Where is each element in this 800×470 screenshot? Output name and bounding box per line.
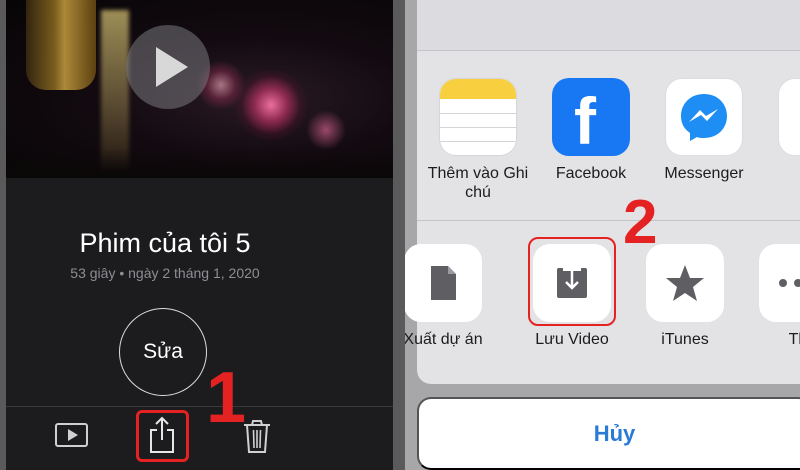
firework-image [231,70,311,140]
star-icon [646,244,724,322]
step-number-1: 1 [206,358,247,438]
row-divider [417,220,800,221]
imovie-project-screen: Phim của tôi 5 53 giây • ngày 2 tháng 1,… [6,0,393,470]
app-label: E [762,164,800,183]
tutorial-screenshot: Phim của tôi 5 53 giây • ngày 2 tháng 1,… [0,0,800,470]
step-number-2: 2 [623,188,658,257]
action-label: iTunes [661,331,709,348]
action-export-project[interactable]: Xuất dự án [405,244,498,349]
bottle-image [26,0,96,90]
action-more[interactable]: Th [743,244,800,349]
messenger-icon [665,78,743,156]
action-label: Th [788,331,800,348]
app-messenger[interactable]: Messenger [649,78,759,183]
app-notes[interactable]: Thêm vào Ghi chú [423,78,533,202]
edit-button[interactable]: Sửa [119,308,207,396]
movie-title: Phim của tôi 5 [79,228,251,258]
play-icon[interactable] [126,25,210,109]
partial-app-icon [778,78,800,156]
movie-meta: 53 giây • ngày 2 tháng 1, 2020 [70,265,260,281]
document-icon [405,244,482,322]
more-icon [759,244,800,322]
share-sheet-screen: Thêm vào Ghi chú f Facebook Messenger E [405,0,800,470]
cancel-button[interactable]: Hủy [417,397,800,470]
app-label: Thêm vào Ghi chú [427,165,529,201]
save-video-highlight [528,237,616,326]
facebook-icon: f [552,78,630,156]
notes-icon [439,78,517,156]
action-label: Lưu Video [535,331,609,348]
app-label: Facebook [555,165,627,182]
app-partial[interactable]: E [762,78,800,183]
share-highlight [136,410,189,462]
action-itunes[interactable]: iTunes [630,244,740,349]
action-label: Xuất dự án [405,331,483,348]
play-icon[interactable] [55,423,88,447]
toolbar-divider [6,406,393,407]
video-preview[interactable] [6,0,393,178]
app-facebook[interactable]: f Facebook [536,78,646,183]
app-label: Messenger [664,165,744,182]
